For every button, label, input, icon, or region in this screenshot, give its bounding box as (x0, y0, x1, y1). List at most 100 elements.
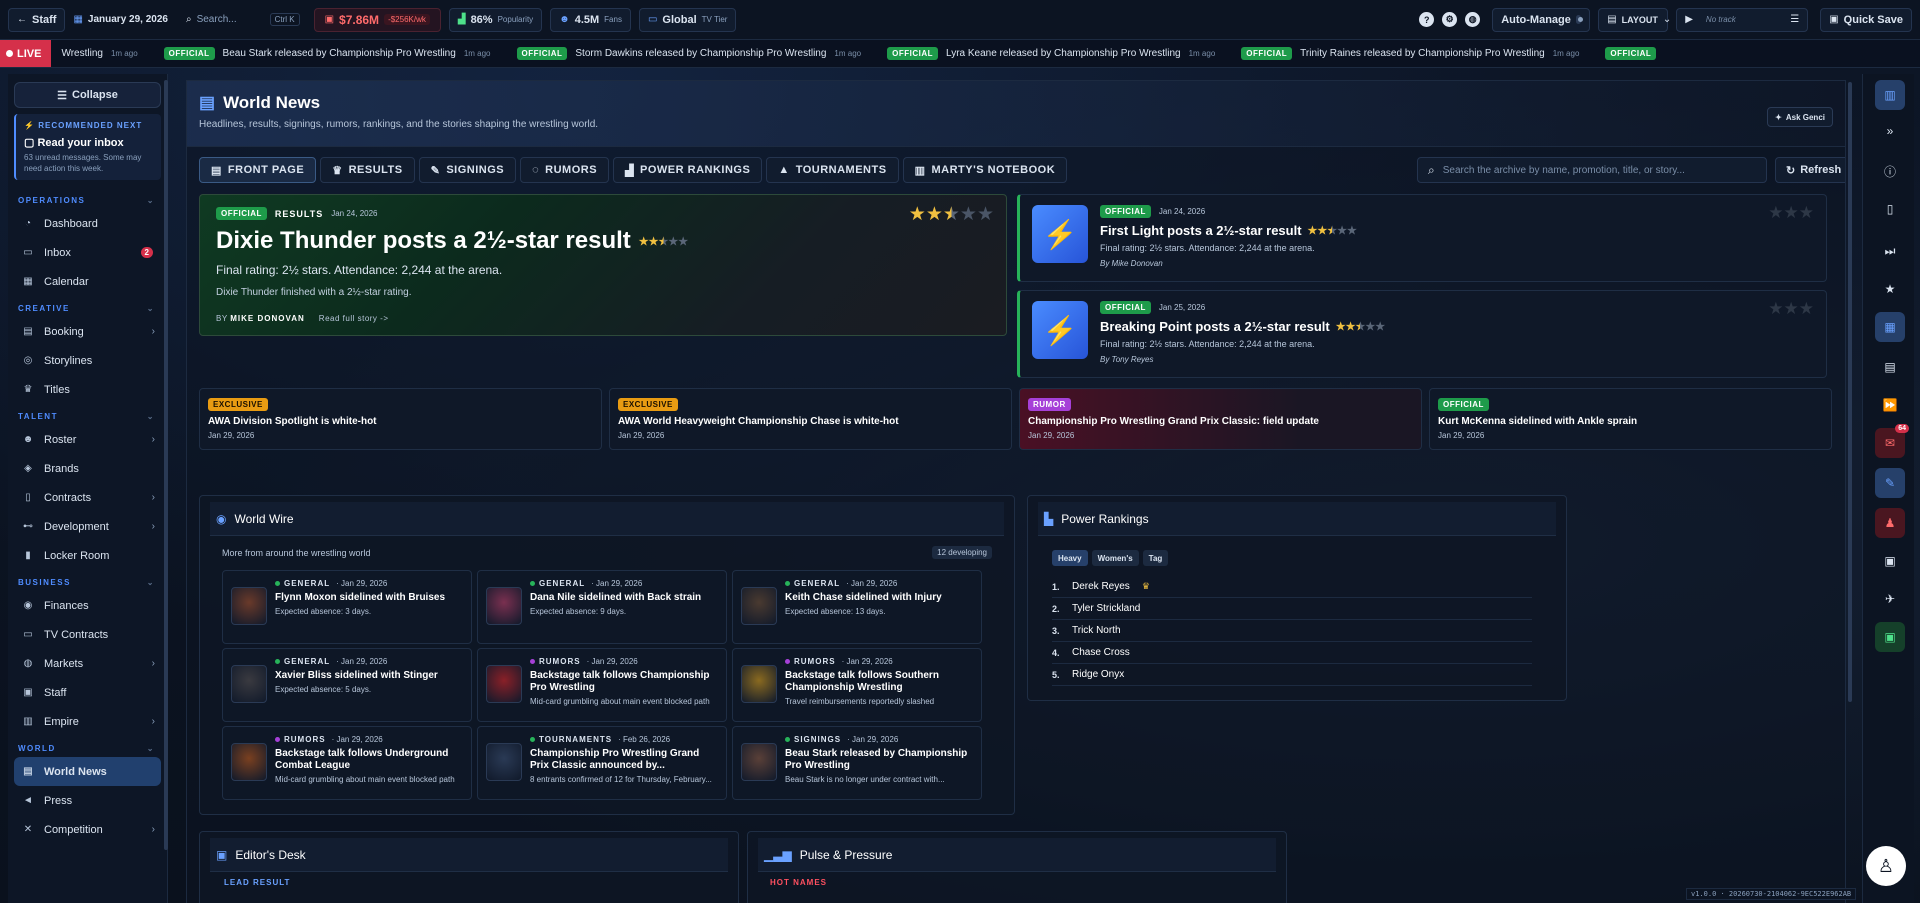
mini-story-card[interactable]: OFFICIAL Kurt McKenna sidelined with Ank… (1429, 388, 1832, 450)
help-icon[interactable]: ? (1419, 12, 1435, 27)
ranking-row[interactable]: 2. Tyler Strickland (1052, 598, 1532, 620)
tab-rumors[interactable]: ◌ RUMORS (520, 157, 610, 183)
collapse-button[interactable]: ☰ Collapse (14, 82, 161, 108)
side-story-card[interactable]: ⚡ ★★★ OFFICIAL Jan 24, 2026 First Light … (1017, 194, 1827, 282)
fast-forward-icon[interactable]: ⏩ (1875, 390, 1905, 420)
sidebar-item-empire[interactable]: ▥ Empire › (8, 707, 167, 736)
feature-story[interactable]: ★★★★★ OFFICIAL RESULTS Jan 24, 2026 Dixi… (199, 194, 1007, 336)
sidebar-item-tv-contracts[interactable]: ▭ TV Contracts (8, 620, 167, 649)
settings-icon[interactable]: ⚙ (1442, 12, 1458, 27)
storage-icon[interactable]: ▣ (1875, 546, 1905, 576)
sidebar-item-storylines[interactable]: ◎ Storylines (8, 346, 167, 375)
sidebar-item-titles[interactable]: ♛ Titles (8, 375, 167, 404)
wire-item[interactable]: GENERAL · Jan 29, 2026 Flynn Moxon sidel… (222, 570, 472, 644)
mini-story-card[interactable]: RUMOR Championship Pro Wrestling Grand P… (1019, 388, 1422, 450)
tab-signings[interactable]: ✎ SIGNINGS (418, 157, 517, 183)
sidebar-item-booking[interactable]: ▤ Booking › (8, 317, 167, 346)
power-rankings-tab[interactable]: Women's (1091, 550, 1139, 566)
archive-search[interactable]: ⌕ (1417, 157, 1767, 183)
nav-section-header[interactable]: TALENT ⌄ (8, 404, 167, 425)
ranking-row[interactable]: 4. Chase Cross (1052, 642, 1532, 664)
sidebar-item-dashboard[interactable]: ◔ Dashboard (8, 209, 167, 238)
playlist-icon[interactable]: ☰ (1790, 14, 1799, 25)
wire-item[interactable]: TOURNAMENTS · Feb 26, 2026 Championship … (477, 726, 727, 800)
auto-manage-toggle[interactable]: Auto-Manage (1492, 7, 1591, 32)
ranking-row[interactable]: 3. Trick North (1052, 620, 1532, 642)
money-display[interactable]: ▣ $7.86M -$256K/wk (313, 7, 441, 32)
sidebar-item-brands[interactable]: ◈ Brands (8, 454, 167, 483)
nav-section-header[interactable]: WORLD ⌄ (8, 736, 167, 757)
ranking-row[interactable]: 5. Ridge Onyx (1052, 664, 1532, 686)
nav-section-header[interactable]: CREATIVE ⌄ (8, 296, 167, 317)
tab-results[interactable]: ♛ RESULTS (320, 157, 415, 183)
calendar-icon[interactable]: ▤ (1875, 352, 1905, 382)
wire-item[interactable]: GENERAL · Jan 29, 2026 Keith Chase sidel… (732, 570, 982, 644)
wire-item[interactable]: GENERAL · Jan 29, 2026 Dana Nile sidelin… (477, 570, 727, 644)
mini-story-card[interactable]: EXCLUSIVE AWA Division Spotlight is whit… (199, 388, 602, 450)
music-player[interactable]: ▶ No track ☰ (1676, 7, 1809, 32)
mini-story-card[interactable]: EXCLUSIVE AWA World Heavyweight Champion… (609, 388, 1012, 450)
clipboard-icon[interactable]: ▯ (1875, 194, 1905, 224)
sidebar-item-calendar[interactable]: ▦ Calendar (8, 267, 167, 296)
sidebar-item-inbox[interactable]: ▭ Inbox 2 (8, 238, 167, 267)
side-story-card[interactable]: ⚡ ★★★ OFFICIAL Jan 25, 2026 Breaking Poi… (1017, 290, 1827, 378)
wire-item[interactable]: RUMORS · Jan 29, 2026 Backstage talk fol… (732, 648, 982, 722)
global-search[interactable]: ⌕ Search... Ctrl K (186, 13, 300, 26)
plane-icon[interactable]: ✈ (1875, 584, 1905, 614)
quick-save-button[interactable]: ▣ Quick Save (1820, 7, 1912, 32)
layout-dropdown[interactable]: ▤ LAYOUT ⌄ (1598, 7, 1671, 32)
read-full-story-link[interactable]: Read full story -> (319, 314, 389, 323)
schedule-icon[interactable]: ▦ (1875, 312, 1905, 342)
globe-icon[interactable]: ◍ (1465, 12, 1481, 27)
ranking-row[interactable]: 1. Derek Reyes ♛ (1052, 576, 1532, 598)
power-rankings-tab[interactable]: Heavy (1052, 550, 1088, 566)
play-icon[interactable]: ▶ (1685, 14, 1693, 25)
refresh-button[interactable]: ↻ Refresh (1775, 157, 1845, 183)
compose-icon[interactable]: ✎ (1875, 468, 1905, 498)
sidebar-item-finances[interactable]: ◉ Finances (8, 591, 167, 620)
wire-item[interactable]: RUMORS · Jan 29, 2026 Backstage talk fol… (477, 648, 727, 722)
tab-front-page[interactable]: ▤ FRONT PAGE (199, 157, 317, 183)
tab-power-rankings[interactable]: ▟ POWER RANKINGS (613, 157, 763, 183)
assistant-fab-icon[interactable]: ♙ (1866, 846, 1906, 886)
staff-button[interactable]: ← Staff (8, 7, 66, 32)
tv-tier-display[interactable]: ▭ Global TV Tier (638, 7, 737, 32)
date-display[interactable]: ▦ January 29, 2026 (73, 14, 168, 25)
mail-icon[interactable]: ✉ 64 (1875, 424, 1909, 458)
sidebar-item-staff[interactable]: ▣ Staff (8, 678, 167, 707)
tab-tournaments[interactable]: ▲ TOURNAMENTS (766, 157, 899, 183)
sidebar-item-markets[interactable]: ◍ Markets › (8, 649, 167, 678)
ticker-item[interactable]: OFFICIAL Lyra Keane released by Champions… (877, 47, 1231, 60)
sidebar-item-locker-room[interactable]: ▮ Locker Room (8, 541, 167, 570)
ticker-item[interactable]: Wrestling 1m ago (51, 47, 153, 60)
power-rankings-tab[interactable]: Tag (1142, 550, 1169, 566)
sidebar-item-roster[interactable]: ☻ Roster › (8, 425, 167, 454)
person-icon[interactable]: ♟ (1875, 508, 1905, 538)
main-scrollbar[interactable] (1848, 82, 1852, 702)
star-icon[interactable]: ★ (1875, 274, 1905, 304)
nav-section-header[interactable]: OPERATIONS ⌄ (8, 188, 167, 209)
sidebar-item-world-news[interactable]: ▤ World News (14, 757, 161, 786)
recommended-next-card[interactable]: ⚡ RECOMMENDED NEXT ▢ Read your inbox 63 … (14, 114, 161, 180)
ticker-item[interactable]: OFFICIAL Storm Dawkins released by Champi… (507, 47, 878, 60)
collapse-rail-icon[interactable]: » (1875, 116, 1905, 146)
ticker-item[interactable]: OFFICIAL Beau Stark released by Champions… (154, 47, 507, 60)
fans-display[interactable]: ☻ 4.5M Fans (550, 7, 631, 32)
skip-icon[interactable]: ⏭ (1875, 236, 1905, 266)
sidebar-item-press[interactable]: ◄ Press (8, 786, 167, 815)
popularity-display[interactable]: ▟ 86% Popularity (448, 7, 543, 32)
wire-item[interactable]: RUMORS · Jan 29, 2026 Backstage talk fol… (222, 726, 472, 800)
sidebar-item-contracts[interactable]: ▯ Contracts › (8, 483, 167, 512)
ticker-item[interactable]: OFFICIAL (1595, 47, 1672, 60)
nav-section-header[interactable]: BUSINESS ⌄ (8, 570, 167, 591)
save-icon[interactable]: ▣ (1875, 622, 1905, 652)
wire-item[interactable]: GENERAL · Jan 29, 2026 Xavier Bliss side… (222, 648, 472, 722)
sidebar-item-development[interactable]: ⊷ Development › (8, 512, 167, 541)
ticker-item[interactable]: OFFICIAL Trinity Raines released by Champ… (1231, 47, 1595, 60)
wire-item[interactable]: SIGNINGS · Jan 29, 2026 Beau Stark relea… (732, 726, 982, 800)
panel-toggle-icon[interactable]: ▥ (1875, 80, 1905, 110)
sidebar-item-competition[interactable]: ✕ Competition › (8, 815, 167, 844)
sidebar-scrollbar[interactable] (164, 80, 168, 850)
archive-search-input[interactable] (1442, 164, 1743, 176)
info-icon[interactable]: ⓘ (1875, 156, 1905, 186)
